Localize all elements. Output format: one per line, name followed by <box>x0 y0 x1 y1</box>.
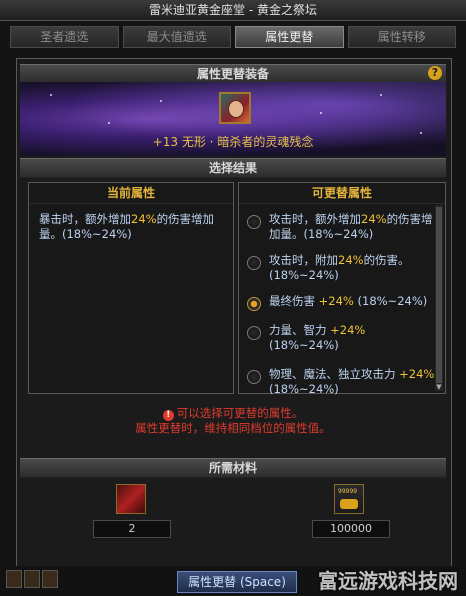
equip-section-header: 属性更替装备 ? <box>20 64 446 84</box>
watermark: 富远游戏科技网 <box>318 569 458 593</box>
scrollbar-thumb[interactable] <box>436 207 442 383</box>
tab-attribute-transfer[interactable]: 属性转移 <box>347 26 456 48</box>
gold-coins-icon[interactable]: 99999 <box>334 484 364 514</box>
equip-section-title: 属性更替装备 <box>196 67 269 81</box>
equipment-name: +13 无形 · 暗杀者的灵魂残念 <box>152 135 314 149</box>
attribute-option-2[interactable]: 攻击时，附加24%的伤害。(18%~24%) <box>247 253 437 283</box>
quick-slot[interactable] <box>6 570 22 588</box>
radio-button[interactable] <box>247 256 261 270</box>
material-crystal-icon[interactable] <box>116 484 146 514</box>
options-scrollbar[interactable]: ▼ <box>435 205 443 391</box>
current-attribute-title: 当前属性 <box>29 183 233 204</box>
equipment-icon[interactable] <box>219 92 251 124</box>
material-count-b: 100000 <box>312 520 390 538</box>
scroll-down-arrow-icon[interactable]: ▼ <box>435 383 443 391</box>
attribute-option-1[interactable]: 攻击时，额外增加24%的伤害增加量。(18%~24%) <box>247 212 437 242</box>
warning-message: ! 可以选择可更替的属性。 属性更替时，维持相同档位的属性值。 <box>135 406 331 435</box>
tab-bar: 圣者遗选 最大值遗选 属性更替 属性转移 <box>10 26 456 48</box>
replaceable-attribute-title: 可更替属性 <box>239 183 445 204</box>
attribute-change-button[interactable]: 属性更替 (Space) <box>177 571 297 593</box>
quick-slot[interactable] <box>24 570 40 588</box>
equipment-title: 暗杀者的灵魂残念 <box>217 135 314 149</box>
radio-button[interactable] <box>247 215 261 229</box>
radio-button-selected[interactable] <box>247 297 261 311</box>
materials-section-title: 所需材料 <box>208 461 257 475</box>
replaceable-attribute-panel: 可更替属性 攻击时，额外增加24%的伤害增加量。(18%~24%) 攻击时，附加… <box>238 182 446 397</box>
help-icon[interactable]: ? <box>428 66 442 80</box>
equipment-plus: +13 <box>152 135 178 149</box>
tab-saint-select[interactable]: 圣者遗选 <box>10 26 119 48</box>
radio-button[interactable] <box>247 370 261 384</box>
radio-button[interactable] <box>247 326 261 340</box>
result-section-title: 选择结果 <box>208 161 257 175</box>
result-section-header: 选择结果 <box>20 158 446 178</box>
tab-max-select[interactable]: 最大值遗选 <box>122 26 231 48</box>
current-attribute-panel: 当前属性 暴击时，额外增加24%的伤害增加量。(18%~24%) <box>28 182 234 394</box>
alert-icon: ! <box>162 410 174 421</box>
attribute-option-4[interactable]: 力量、智力 +24% (18%~24%) <box>247 323 437 353</box>
material-count-a: 2 <box>93 520 171 538</box>
tab-attribute-change[interactable]: 属性更替 <box>235 26 344 48</box>
current-attribute-text: 暴击时，额外增加24%的伤害增加量。(18%~24%) <box>39 212 215 241</box>
materials-section-header: 所需材料 <box>20 458 446 478</box>
equipment-kind: 无形 <box>181 135 206 149</box>
attribute-option-5[interactable]: 物理、魔法、独立攻击力 +24% (18%~24%) <box>247 367 437 397</box>
quick-slot[interactable] <box>42 570 58 588</box>
window-title: 雷米迪亚黄金座堂 - 黄金之祭坛 <box>0 0 466 21</box>
attribute-option-3[interactable]: 最终伤害 +24% (18%~24%) <box>247 294 437 311</box>
